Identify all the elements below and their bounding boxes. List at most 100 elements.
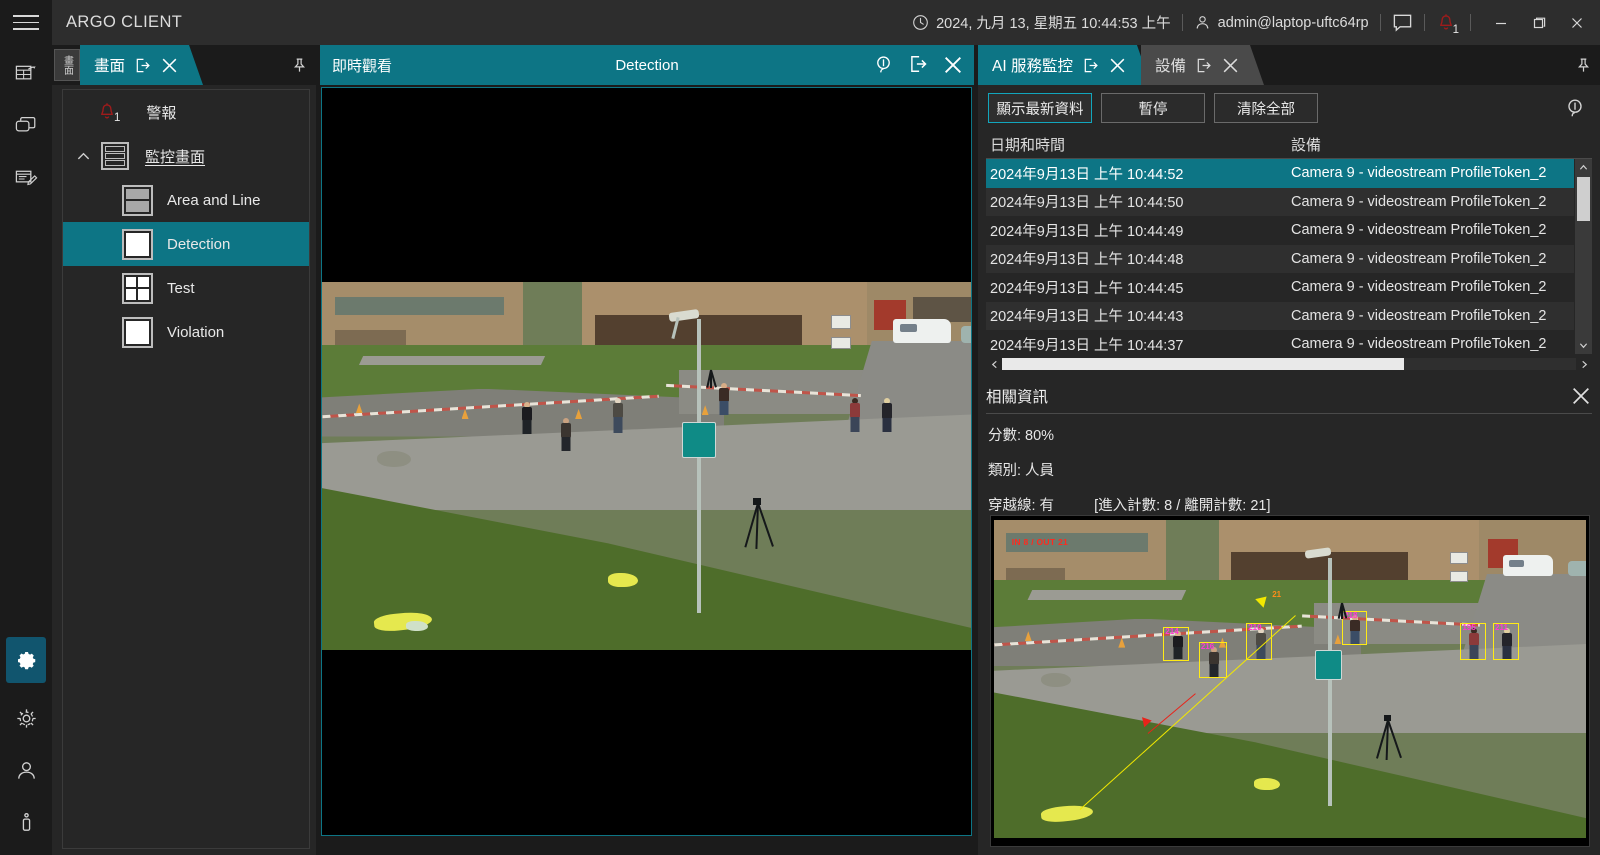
horizontal-scrollbar[interactable] bbox=[986, 356, 1592, 372]
layout-rows2-icon bbox=[117, 185, 157, 216]
chevron-up-icon[interactable] bbox=[71, 149, 95, 164]
user-account-icon[interactable] bbox=[6, 747, 46, 793]
tab-ai-service-monitor[interactable]: AI 服務監控 bbox=[978, 45, 1151, 85]
settings-gear-icon[interactable] bbox=[6, 695, 46, 741]
cell-time: 2024年9月13日 上午 10:44:52 bbox=[986, 163, 1291, 184]
vertical-scrollbar[interactable] bbox=[1575, 159, 1592, 354]
tree-group-label: 監控畫面 bbox=[145, 146, 205, 167]
scroll-track[interactable] bbox=[1002, 358, 1576, 370]
column-header-time: 日期和時間 bbox=[986, 134, 1291, 155]
tree-item-label: Test bbox=[167, 280, 195, 297]
pause-button[interactable]: 暫停 bbox=[1101, 93, 1205, 123]
tab-close-icon[interactable] bbox=[1221, 56, 1240, 75]
edit-document-icon[interactable] bbox=[6, 155, 46, 201]
close-info-icon[interactable] bbox=[1570, 385, 1592, 407]
tree-item-violation[interactable]: Violation bbox=[63, 310, 309, 354]
table-row[interactable]: 2024年9月13日 上午 10:44:49 Camera 9 - videos… bbox=[986, 216, 1574, 245]
live-view-tab-label[interactable]: 即時觀看 bbox=[332, 55, 392, 76]
detection-label: 216 bbox=[1201, 642, 1214, 651]
tree-item-label: Area and Line bbox=[167, 192, 260, 209]
pin-panel-icon[interactable] bbox=[282, 45, 316, 85]
undock-icon[interactable] bbox=[908, 54, 928, 76]
detection-label: 210 bbox=[1248, 623, 1261, 632]
in-out-counter-overlay: IN 8 / OUT 21 bbox=[1012, 537, 1068, 547]
layout-export-icon[interactable] bbox=[6, 51, 46, 97]
server-icon bbox=[95, 142, 135, 170]
table-row[interactable]: 2024年9月13日 上午 10:44:43 Camera 9 - videos… bbox=[986, 302, 1574, 331]
divider bbox=[1424, 14, 1425, 31]
scroll-thumb[interactable] bbox=[1577, 177, 1590, 221]
divider bbox=[1182, 14, 1183, 31]
related-info-title: 相關資訊 bbox=[986, 385, 1048, 407]
table-row[interactable]: 2024年9月13日 上午 10:44:50 Camera 9 - videos… bbox=[986, 188, 1574, 217]
tree-item-detection[interactable]: Detection bbox=[63, 222, 309, 266]
cell-time: 2024年9月13日 上午 10:44:49 bbox=[986, 220, 1291, 241]
close-button[interactable] bbox=[1558, 0, 1596, 45]
notification-bell-icon[interactable]: 1 bbox=[1436, 13, 1459, 33]
cctv-scene bbox=[322, 282, 971, 650]
message-icon[interactable] bbox=[1392, 12, 1413, 33]
scroll-thumb[interactable] bbox=[1002, 358, 1404, 370]
user-display[interactable]: admin@laptop-uftc64rp bbox=[1194, 14, 1369, 31]
cell-time: 2024年9月13日 上午 10:44:37 bbox=[986, 334, 1291, 354]
tab-devices[interactable]: 設備 bbox=[1141, 45, 1264, 85]
live-video-frame bbox=[322, 282, 971, 650]
detection-box: 216 bbox=[1199, 642, 1227, 678]
layout-single-icon bbox=[117, 229, 157, 260]
panel-side-chip[interactable]: 畫面 bbox=[54, 49, 80, 81]
cell-device: Camera 9 - videostream ProfileToken_2 bbox=[1291, 308, 1574, 324]
tab-devices-label: 設備 bbox=[1155, 54, 1186, 76]
tree-item-test[interactable]: Test bbox=[63, 266, 309, 310]
show-latest-button[interactable]: 顯示最新資料 bbox=[988, 93, 1092, 123]
cell-time: 2024年9月13日 上午 10:44:43 bbox=[986, 305, 1291, 326]
live-view-header: 即時觀看 Detection bbox=[320, 45, 974, 85]
close-icon[interactable] bbox=[942, 54, 964, 76]
cell-device: Camera 9 - videostream ProfileToken_2 bbox=[1291, 336, 1574, 352]
info-category-line: 類別: 人員 bbox=[988, 459, 1590, 480]
clock-display: 2024, 九月 13, 星期五 10:44:53 上午 bbox=[912, 12, 1171, 33]
table-row[interactable]: 2024年9月13日 上午 10:44:52 Camera 9 - videos… bbox=[986, 159, 1574, 188]
pin-panel-icon[interactable] bbox=[1566, 45, 1600, 85]
tab-close-icon[interactable] bbox=[1108, 56, 1127, 75]
tab-screens[interactable]: 畫面 bbox=[80, 45, 203, 85]
detection-box: 211 bbox=[1493, 623, 1519, 660]
tree-item-alarm[interactable]: 1 警報 bbox=[63, 90, 309, 134]
cell-device: Camera 9 - videostream ProfileToken_2 bbox=[1291, 165, 1574, 181]
scroll-up-icon[interactable] bbox=[1575, 159, 1592, 176]
pedestrian bbox=[520, 402, 534, 434]
undock-icon[interactable] bbox=[1195, 57, 1212, 74]
table-row[interactable]: 2024年9月13日 上午 10:44:37 Camera 9 - videos… bbox=[986, 330, 1574, 354]
event-snapshot[interactable]: 214 216 21 bbox=[990, 515, 1590, 847]
scroll-down-icon[interactable] bbox=[1575, 337, 1592, 354]
table-row[interactable]: 2024年9月13日 上午 10:44:48 Camera 9 - videos… bbox=[986, 245, 1574, 274]
divider bbox=[1470, 14, 1471, 31]
left-rail bbox=[0, 45, 52, 855]
minimize-button[interactable] bbox=[1482, 0, 1520, 45]
windows-panels-icon[interactable] bbox=[6, 103, 46, 149]
cell-time: 2024年9月13日 上午 10:44:50 bbox=[986, 191, 1291, 212]
live-video-surface[interactable] bbox=[321, 87, 972, 836]
table-row[interactable]: 2024年9月13日 上午 10:44:45 Camera 9 - videos… bbox=[986, 273, 1574, 302]
tree-item-area-and-line[interactable]: Area and Line bbox=[63, 178, 309, 222]
clear-all-button[interactable]: 清除全部 bbox=[1214, 93, 1318, 123]
scroll-right-icon[interactable] bbox=[1576, 356, 1592, 372]
notification-count: 1 bbox=[1453, 24, 1459, 36]
clear-all-label: 清除全部 bbox=[1237, 98, 1295, 119]
undock-icon[interactable] bbox=[134, 57, 151, 74]
scroll-left-icon[interactable] bbox=[986, 356, 1002, 372]
clock-icon bbox=[912, 14, 929, 31]
alarm-count: 1 bbox=[114, 112, 120, 124]
search-camera-icon[interactable] bbox=[1564, 93, 1590, 123]
tree-group-monitor-screens[interactable]: 監控畫面 bbox=[63, 134, 309, 178]
hamburger-menu-icon[interactable] bbox=[0, 0, 52, 45]
live-view-panel: 即時觀看 Detection bbox=[320, 45, 974, 838]
info-icon[interactable] bbox=[6, 799, 46, 845]
settings-active-icon[interactable] bbox=[6, 637, 46, 683]
search-camera-icon[interactable] bbox=[873, 54, 894, 76]
live-view-actions bbox=[873, 54, 964, 76]
maximize-button[interactable] bbox=[1520, 0, 1558, 45]
event-list-header: 日期和時間 設備 bbox=[986, 131, 1592, 159]
tab-close-icon[interactable] bbox=[160, 56, 179, 75]
cell-time: 2024年9月13日 上午 10:44:48 bbox=[986, 248, 1291, 269]
undock-icon[interactable] bbox=[1082, 57, 1099, 74]
